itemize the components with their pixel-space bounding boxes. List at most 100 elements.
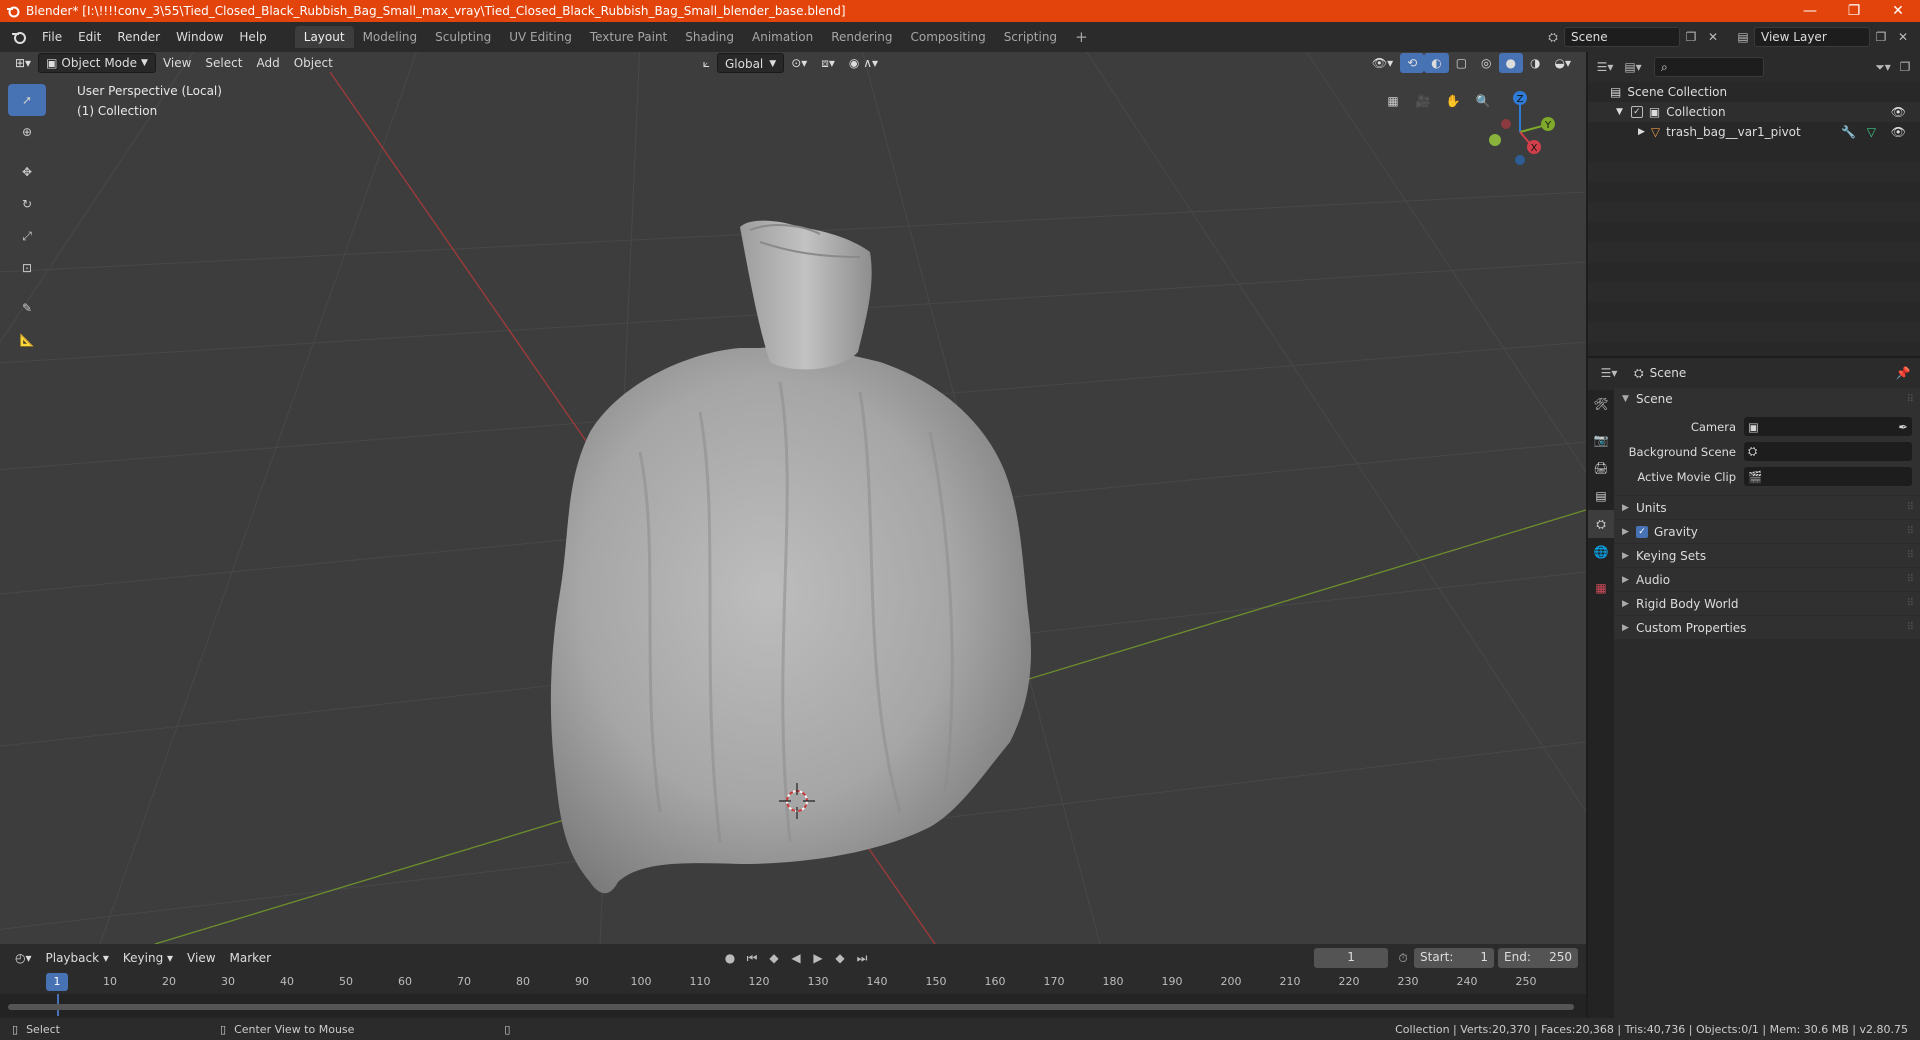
render-tab-icon[interactable]: 📷 <box>1588 426 1614 454</box>
scene-panel-header[interactable]: ▼ Scene ⠿ <box>1614 388 1920 410</box>
menu-select[interactable]: Select <box>198 53 249 73</box>
expand-arrow-icon[interactable]: ▶ <box>1638 127 1645 137</box>
tab-scripting[interactable]: Scripting <box>995 26 1066 48</box>
gizmo-toggle-icon[interactable]: ⟲ <box>1400 53 1425 73</box>
include-checkbox[interactable]: ✓ <box>1630 106 1643 118</box>
menu-object[interactable]: Object <box>287 53 340 73</box>
editor-type-icon[interactable]: ◴▾ <box>8 948 39 968</box>
keying-sets-panel[interactable]: ▶ Keying Sets ⠿ <box>1614 543 1920 567</box>
menu-edit[interactable]: Edit <box>70 26 109 48</box>
transform-tool-icon[interactable]: ⊡ <box>8 252 46 284</box>
drag-handle-icon[interactable]: ⠿ <box>1907 526 1914 537</box>
gravity-checkbox[interactable]: ✓ <box>1636 525 1648 538</box>
scene-tab-icon[interactable]: ⛭ <box>1588 510 1614 538</box>
viewport-scene[interactable] <box>0 52 1586 944</box>
3d-viewport[interactable]: ⊞▾ ▣ Object Mode ▼ View Select Add Objec… <box>0 52 1586 944</box>
outliner-row-collection[interactable]: ▼ ✓ ▣ Collection 👁 <box>1588 102 1920 122</box>
drag-handle-icon[interactable]: ⠿ <box>1907 622 1914 633</box>
menu-add[interactable]: Add <box>249 53 286 73</box>
menu-view[interactable]: View <box>180 948 222 968</box>
orientation-dropdown[interactable]: Global ▼ <box>716 53 785 73</box>
mesh-data-icon[interactable]: ▽ <box>1867 125 1876 139</box>
tab-compositing[interactable]: Compositing <box>901 26 994 48</box>
rigid-body-world-panel[interactable]: ▶ Rigid Body World ⠿ <box>1614 591 1920 615</box>
pin-icon[interactable]: 📌 <box>1892 363 1914 383</box>
tab-modeling[interactable]: Modeling <box>354 26 427 48</box>
new-scene-icon[interactable]: ❐ <box>1680 27 1702 47</box>
stopwatch-icon[interactable]: ⏱ <box>1392 948 1414 968</box>
pan-hand-icon[interactable]: ✋ <box>1440 88 1466 114</box>
visibility-icon[interactable]: 👁▾ <box>1365 53 1400 73</box>
view-layer-tab-icon[interactable]: ▤ <box>1588 482 1614 510</box>
jump-start-icon[interactable]: ⏮ <box>741 948 763 968</box>
tab-animation[interactable]: Animation <box>743 26 822 48</box>
timeline-scrollbar[interactable] <box>8 1004 1574 1010</box>
view-layer-icon[interactable]: ▤ <box>1732 27 1754 47</box>
background-scene-field[interactable]: ⛭ <box>1744 442 1912 461</box>
solid-shading-icon[interactable]: ● <box>1498 53 1524 73</box>
scene-icon[interactable]: ⛭ <box>1542 27 1564 47</box>
drag-handle-icon[interactable]: ⠿ <box>1907 502 1914 513</box>
material-shading-icon[interactable]: ◑ <box>1523 53 1547 73</box>
view-layer-field[interactable]: View Layer <box>1754 27 1870 47</box>
drag-handle-icon[interactable]: ⠿ <box>1907 394 1914 405</box>
tab-rendering[interactable]: Rendering <box>822 26 901 48</box>
jump-end-icon[interactable]: ⏭ <box>851 948 873 968</box>
prev-keyframe-icon[interactable]: ◆ <box>763 948 785 968</box>
next-keyframe-icon[interactable]: ◆ <box>829 948 851 968</box>
cursor-tool-icon[interactable]: ⊕ <box>8 116 46 148</box>
rotate-tool-icon[interactable]: ↻ <box>8 188 46 220</box>
ortho-toggle-icon[interactable]: ▦ <box>1380 88 1406 114</box>
close-button[interactable]: ✕ <box>1876 0 1920 22</box>
drag-handle-icon[interactable]: ⠿ <box>1907 550 1914 561</box>
annotate-tool-icon[interactable]: ✎ <box>8 292 46 324</box>
menu-window[interactable]: Window <box>168 26 231 48</box>
texture-tab-icon[interactable]: ▦ <box>1588 574 1614 602</box>
display-mode-icon[interactable]: ▤▾ <box>1622 57 1644 77</box>
drag-handle-icon[interactable]: ⠿ <box>1907 598 1914 609</box>
tool-tab-icon[interactable]: 🛠 <box>1588 390 1614 418</box>
menu-render[interactable]: Render <box>109 26 168 48</box>
select-box-tool-icon[interactable]: ➚ <box>8 84 46 116</box>
tab-shading[interactable]: Shading <box>676 26 743 48</box>
move-tool-icon[interactable]: ✥ <box>8 156 46 188</box>
camera-view-icon[interactable]: 🎥 <box>1410 88 1436 114</box>
tab-texture-paint[interactable]: Texture Paint <box>581 26 676 48</box>
outliner-row-scene-collection[interactable]: ▤ Scene Collection <box>1588 82 1920 102</box>
current-frame-field[interactable]: 1 <box>1314 948 1389 968</box>
minimize-button[interactable]: — <box>1788 0 1832 22</box>
outliner-row-object[interactable]: ▶ ▽ trash_bag__var1_pivot 🔧 ▽ 👁 <box>1588 122 1920 142</box>
output-tab-icon[interactable]: 🖨 <box>1588 454 1614 482</box>
gravity-panel[interactable]: ▶ ✓ Gravity ⠿ <box>1614 519 1920 543</box>
rendered-shading-icon[interactable]: ◒▾ <box>1548 53 1579 73</box>
menu-keying[interactable]: Keying ▾ <box>116 948 180 968</box>
eye-icon[interactable]: 👁 <box>1891 105 1906 119</box>
start-frame-field[interactable]: Start: 1 <box>1414 948 1495 968</box>
orientation-icon[interactable]: ⟀ <box>696 53 717 73</box>
menu-help[interactable]: Help <box>231 26 274 48</box>
audio-panel[interactable]: ▶ Audio ⠿ <box>1614 567 1920 591</box>
modifier-wrench-icon[interactable]: 🔧 <box>1841 125 1856 139</box>
timeline-ruler[interactable]: 1 10 20 30 40 50 60 70 80 90 100 110 120… <box>0 972 1586 994</box>
overlay-toggle-icon[interactable]: ◐ <box>1424 53 1449 73</box>
snap-icon[interactable]: ⧈▾ <box>814 53 842 73</box>
delete-view-layer-icon[interactable]: ✕ <box>1892 27 1914 47</box>
proportional-edit-icon[interactable]: ◉ ∧▾ <box>842 53 885 73</box>
record-icon[interactable]: ● <box>719 948 741 968</box>
movie-clip-field[interactable]: 🎬 <box>1744 467 1912 486</box>
new-collection-icon[interactable]: ❐ <box>1894 57 1916 77</box>
editor-type-icon[interactable]: ⊞▾ <box>8 53 38 73</box>
measure-tool-icon[interactable]: 📐 <box>8 324 46 356</box>
menu-playback[interactable]: Playback ▾ <box>39 948 116 968</box>
editor-type-icon[interactable]: ☰▾ <box>1598 363 1620 383</box>
delete-scene-icon[interactable]: ✕ <box>1702 27 1724 47</box>
search-input[interactable]: ⌕ <box>1654 57 1764 77</box>
camera-field[interactable]: ▣ ✒ <box>1744 417 1912 436</box>
scale-tool-icon[interactable]: ⤢ <box>8 220 46 252</box>
menu-marker[interactable]: Marker <box>223 948 278 968</box>
expand-arrow-icon[interactable]: ▼ <box>1616 107 1623 117</box>
new-view-layer-icon[interactable]: ❐ <box>1870 27 1892 47</box>
custom-properties-panel[interactable]: ▶ Custom Properties ⠿ <box>1614 615 1920 639</box>
editor-type-icon[interactable]: ☰▾ <box>1594 57 1616 77</box>
filter-icon[interactable]: ⏷▾ <box>1872 57 1894 77</box>
